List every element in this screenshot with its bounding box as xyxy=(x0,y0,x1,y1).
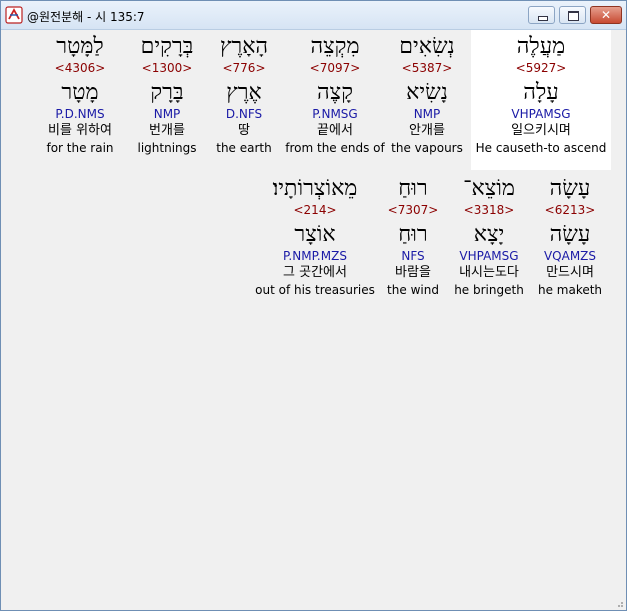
english-gloss: the vapours xyxy=(391,141,463,155)
english-gloss: the wind xyxy=(387,283,439,297)
hebrew-word: בְּרָקִים xyxy=(140,34,194,59)
hebrew-lemma: יָצָא xyxy=(473,222,505,247)
korean-gloss: 일으키시며 xyxy=(511,123,571,138)
korean-gloss: 안개를 xyxy=(409,123,445,138)
english-gloss: lightnings xyxy=(137,141,197,155)
maximize-button[interactable] xyxy=(559,6,586,24)
hebrew-lemma: אֶרֶץ xyxy=(226,80,262,105)
english-gloss: from the ends of xyxy=(285,141,385,155)
english-gloss: the earth xyxy=(216,141,272,155)
hebrew-lemma: נָשִׂיא xyxy=(406,80,448,105)
hebrew-word: מִקְצֵה xyxy=(310,34,360,59)
korean-gloss: 끝에서 xyxy=(317,123,353,138)
morphology-code: P.NMP.MZS xyxy=(283,249,347,263)
korean-gloss: 바람을 xyxy=(395,265,431,280)
hebrew-lemma: רוּחַ xyxy=(398,222,428,247)
morphology-code: NFS xyxy=(401,249,425,263)
hebrew-word: רוּחַ xyxy=(398,176,428,201)
morphology-code: P.NMSG xyxy=(312,107,358,121)
strong-number[interactable]: <7097> xyxy=(285,60,385,76)
close-button[interactable]: ✕ xyxy=(590,6,622,24)
strong-number[interactable]: <3318> xyxy=(454,202,524,218)
word-block[interactable]: בְּרָקִים <1300> בָּרָק NMP 번개를 lightnin… xyxy=(137,30,196,156)
word-block[interactable]: הָאָרֶץ <776> אֶרֶץ D.NFS 땅 the earth xyxy=(216,30,272,156)
english-gloss: He causeth-to ascend xyxy=(475,141,607,155)
app-window: @원전분해 - 시 135:7 ✕ מַעֲלֶה <5927> עָלָה V… xyxy=(0,0,627,611)
hebrew-word: הָאָרֶץ xyxy=(219,34,269,59)
interlinear-content: מַעֲלֶה <5927> עָלָה VHPAMSG 일으키시며 He ca… xyxy=(5,30,622,607)
korean-gloss: 내시는도다 xyxy=(459,265,519,280)
hebrew-lemma: קָצֶה xyxy=(317,80,353,105)
morphology-code: P.D.NMS xyxy=(55,107,105,121)
strong-number[interactable]: <776> xyxy=(216,60,272,76)
word-block[interactable]: מֵאוֹצְרוֹתָיו׃ <214> אוֹצָר P.NMP.MZS 그… xyxy=(255,172,375,298)
morphology-code: NMP xyxy=(153,107,181,121)
resize-grip-icon[interactable] xyxy=(614,598,624,608)
hebrew-lemma: מָטָר xyxy=(61,80,99,105)
word-block[interactable]: נְשִׂאִים <5387> נָשִׂיא NMP 안개를 the vap… xyxy=(391,30,463,156)
hebrew-word: מוֹצֵא־ xyxy=(463,176,515,201)
title-bar[interactable]: @원전분해 - 시 135:7 ✕ xyxy=(1,1,626,30)
hebrew-lemma: עָלָה xyxy=(523,80,559,105)
korean-gloss: 그 곳간에서 xyxy=(283,265,347,280)
hebrew-word: מֵאוֹצְרוֹתָיו׃ xyxy=(272,176,358,201)
strong-number[interactable]: <5387> xyxy=(391,60,463,76)
english-gloss: out of his treasuries xyxy=(255,283,375,297)
minimize-button[interactable] xyxy=(528,6,555,24)
korean-gloss: 땅 xyxy=(238,123,250,138)
morphology-code: NMP xyxy=(413,107,441,121)
window-title: @원전분해 - 시 135:7 xyxy=(27,10,145,24)
word-block[interactable]: מוֹצֵא־ <3318> יָצָא VHPAMSG 내시는도다 he br… xyxy=(454,172,524,298)
word-block[interactable]: עָשָׂה <6213> עָשָׂה VQAMZS 만드시며 he make… xyxy=(538,172,602,298)
hebrew-word: עָשָׂה xyxy=(549,176,591,201)
word-block[interactable]: רוּחַ <7307> רוּחַ NFS 바람을 the wind xyxy=(387,172,439,298)
korean-gloss: 번개를 xyxy=(149,123,185,138)
word-block[interactable]: לַמָּטָר <4306> מָטָר P.D.NMS 비를 위하여 for… xyxy=(46,30,113,156)
strong-number[interactable]: <5927> xyxy=(471,60,611,76)
hebrew-lemma: אוֹצָר xyxy=(294,222,336,247)
korean-gloss: 비를 위하여 xyxy=(48,123,112,138)
korean-gloss: 만드시며 xyxy=(546,265,594,280)
strong-number[interactable]: <214> xyxy=(255,202,375,218)
hebrew-lemma: עָשָׂה xyxy=(549,222,591,247)
strong-number[interactable]: <7307> xyxy=(387,202,439,218)
strong-number[interactable]: <4306> xyxy=(46,60,113,76)
english-gloss: he bringeth xyxy=(454,283,524,297)
english-gloss: he maketh xyxy=(537,283,603,297)
app-logo-icon xyxy=(5,6,23,24)
word-block[interactable]: מִקְצֵה <7097> קָצֶה P.NMSG 끝에서 from the… xyxy=(285,30,385,156)
morphology-code: VHPAMSG xyxy=(511,107,571,121)
close-icon: ✕ xyxy=(600,8,612,22)
hebrew-word: נְשִׂאִים xyxy=(399,34,455,59)
english-gloss: for the rain xyxy=(46,141,114,155)
hebrew-word: מַעֲלֶה xyxy=(516,34,566,59)
hebrew-word: לַמָּטָר xyxy=(56,34,104,59)
morphology-code: VHPAMSG xyxy=(459,249,519,263)
strong-number[interactable]: <1300> xyxy=(137,60,196,76)
strong-number[interactable]: <6213> xyxy=(538,202,602,218)
morphology-code: VQAMZS xyxy=(543,249,597,263)
word-block[interactable]: מַעֲלֶה <5927> עָלָה VHPAMSG 일으키시며 He ca… xyxy=(471,30,611,170)
hebrew-lemma: בָּרָק xyxy=(150,80,184,105)
morphology-code: D.NFS xyxy=(225,107,263,121)
